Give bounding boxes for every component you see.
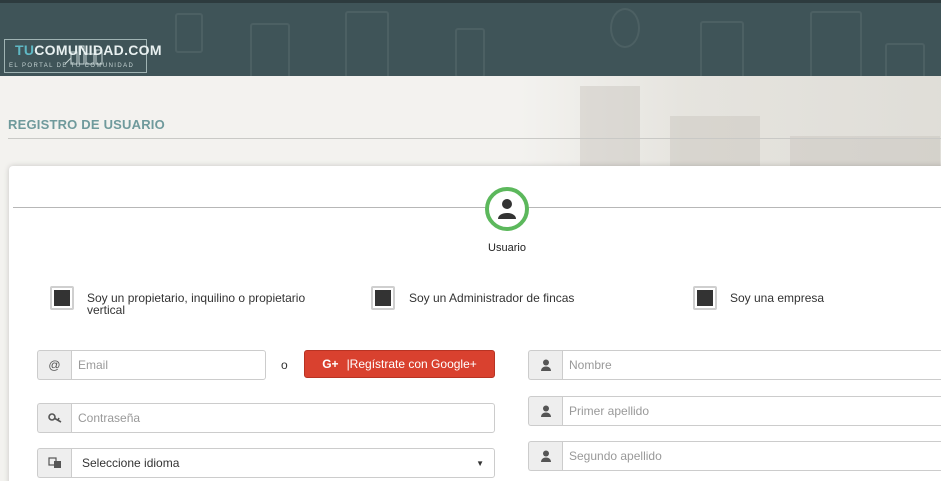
- person-icon: [528, 350, 562, 380]
- language-select[interactable]: Seleccione idioma ▼: [71, 448, 495, 478]
- checkbox-propietario[interactable]: [50, 286, 74, 310]
- checkbox-administrador-label: Soy un Administrador de fincas: [409, 291, 575, 305]
- step-user-label: Usuario: [488, 242, 526, 254]
- logo-prefix: TU: [15, 42, 35, 58]
- google-plus-icon: G+: [322, 357, 339, 371]
- page-title: REGISTRO DE USUARIO: [8, 117, 165, 132]
- language-group: Seleccione idioma ▼: [37, 448, 495, 478]
- primer-apellido-input[interactable]: [562, 396, 941, 426]
- site-logo[interactable]: TUCOMUNIDAD.COM EL PORTAL DE TU COMUNIDA…: [4, 39, 162, 73]
- logo-name: COMUNIDAD.COM: [34, 42, 162, 58]
- primer-apellido-group: [528, 396, 941, 426]
- google-signup-button[interactable]: G+ |Regístrate con Google+: [304, 350, 495, 378]
- segundo-apellido-input[interactable]: [562, 441, 941, 471]
- or-separator: o: [281, 358, 288, 372]
- logo-tagline: EL PORTAL DE TU COMUNIDAD: [9, 63, 135, 69]
- person-icon: [528, 441, 562, 471]
- title-divider: [8, 138, 941, 139]
- checkbox-empresa[interactable]: [693, 286, 717, 310]
- nombre-group: [528, 350, 941, 380]
- password-group: [37, 403, 495, 433]
- checkbox-administrador[interactable]: [371, 286, 395, 310]
- chevron-down-icon: ▼: [476, 458, 484, 468]
- key-icon: [37, 403, 71, 433]
- registration-card: [9, 166, 941, 481]
- email-group: @: [37, 350, 266, 380]
- translate-icon: [37, 448, 71, 478]
- person-icon: [528, 396, 562, 426]
- site-header: TUCOMUNIDAD.COM EL PORTAL DE TU COMUNIDA…: [0, 0, 941, 76]
- user-icon: [498, 199, 516, 219]
- google-signup-label: |Regístrate con Google+: [346, 357, 477, 371]
- checkbox-empresa-label: Soy una empresa: [730, 291, 825, 305]
- password-input[interactable]: [71, 403, 495, 433]
- email-input[interactable]: [71, 350, 266, 380]
- segundo-apellido-group: [528, 441, 941, 471]
- step-user-indicator: [485, 187, 529, 231]
- language-selected-value: Seleccione idioma: [82, 456, 180, 470]
- nombre-input[interactable]: [562, 350, 941, 380]
- checkbox-propietario-label: Soy un propietario, inquilino o propieta…: [87, 291, 306, 317]
- at-icon: @: [37, 350, 71, 380]
- stepper-line: [13, 207, 941, 208]
